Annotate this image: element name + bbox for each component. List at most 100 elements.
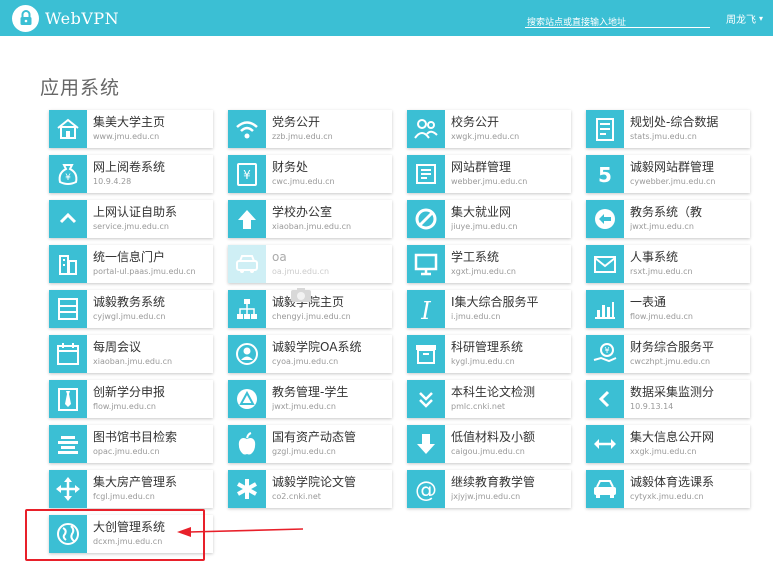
app-card[interactable]: I I集大综合服务平 i.jmu.edu.cn xyxy=(407,290,571,328)
arrow-left-circle-icon xyxy=(586,200,624,238)
chevron-up-icon xyxy=(49,200,87,238)
app-card[interactable]: 每周会议 xiaoban.jmu.edu.cn xyxy=(49,335,213,373)
app-name: 学工系统 xyxy=(451,250,500,264)
app-card[interactable]: ¥ 网上阅卷系统 10.9.4.28 xyxy=(49,155,213,193)
app-url: jxjyjw.jmu.edu.cn xyxy=(451,492,521,501)
app-url: kygl.jmu.edu.cn xyxy=(451,357,515,366)
svg-text:¥: ¥ xyxy=(243,168,251,182)
app-name: 集大就业网 xyxy=(451,205,512,219)
chevron-left-icon xyxy=(586,380,624,418)
app-url: caigou.jmu.edu.cn xyxy=(451,447,525,456)
app-url: jwxt.jmu.edu.cn xyxy=(630,222,694,231)
app-card[interactable]: 诚毅学院OA系统 cyoa.jmu.edu.cn xyxy=(228,335,392,373)
bar-chart-icon xyxy=(586,290,624,328)
app-card[interactable]: @ 继续教育教学管 jxjyjw.jmu.edu.cn xyxy=(407,470,571,508)
app-url: webber.jmu.edu.cn xyxy=(451,177,528,186)
app-card[interactable]: ¥ 财务综合服务平 cwczhpt.jmu.edu.cn xyxy=(586,335,750,373)
app-card[interactable]: 低值材料及小额 caigou.jmu.edu.cn xyxy=(407,425,571,463)
app-card[interactable]: 图书馆书目检索 opac.jmu.edu.cn xyxy=(49,425,213,463)
app-card[interactable]: 本科生论文检测 pmlc.cnki.net xyxy=(407,380,571,418)
app-name: I集大综合服务平 xyxy=(451,295,539,309)
app-url: cyjwgl.jmu.edu.cn xyxy=(93,312,166,321)
app-url: 10.9.4.28 xyxy=(93,177,132,186)
user-menu[interactable]: 周龙飞 ▾ xyxy=(726,11,763,26)
app-name: 党务公开 xyxy=(272,115,321,129)
app-card[interactable]: 统一信息门户 portal-ul.paas.jmu.edu.cn xyxy=(49,245,213,283)
arrow-up-icon xyxy=(228,200,266,238)
watermark-icon xyxy=(291,288,311,302)
app-name: 数据采集监测分 xyxy=(630,385,715,399)
letter-i-icon: I xyxy=(407,290,445,328)
app-card[interactable]: 教务管理-学生 jwxt.jmu.edu.cn xyxy=(228,380,392,418)
app-url: jiuye.jmu.edu.cn xyxy=(451,222,518,231)
red-arrow-icon xyxy=(177,527,304,537)
triangle-circle-icon xyxy=(228,380,266,418)
app-name: 财务综合服务平 xyxy=(630,340,715,354)
align-center-icon xyxy=(49,425,87,463)
app-name: 诚毅学院OA系统 xyxy=(272,340,362,354)
app-card[interactable]: 学校办公室 xiaoban.jmu.edu.cn xyxy=(228,200,392,238)
app-card[interactable]: 诚毅体育选课系 cytyxk.jmu.edu.cn xyxy=(586,470,750,508)
app-name: 规划处-综合数据 xyxy=(630,115,719,129)
app-card[interactable]: 集美大学主页 www.jmu.edu.cn xyxy=(49,110,213,148)
app-name: 学校办公室 xyxy=(272,205,333,219)
app-name: 继续教育教学管 xyxy=(451,475,536,489)
section-title: 应用系统 xyxy=(40,77,121,99)
app-name: 低值材料及小额 xyxy=(451,430,536,444)
at-sign-icon: @ xyxy=(407,470,445,508)
search-box[interactable] xyxy=(525,10,710,32)
archive-box-icon xyxy=(407,335,445,373)
app-url: cwc.jmu.edu.cn xyxy=(272,177,335,186)
app-card[interactable]: 教务系统（教 jwxt.jmu.edu.cn xyxy=(586,200,750,238)
svg-text:¥: ¥ xyxy=(604,346,609,355)
app-card[interactable]: 诚毅教务系统 cyjwgl.jmu.edu.cn xyxy=(49,290,213,328)
app-name: 集大房产管理系 xyxy=(93,475,178,489)
user-name: 周龙飞 xyxy=(726,15,756,26)
app-url: pmlc.cnki.net xyxy=(451,402,506,411)
app-url: gzgl.jmu.edu.cn xyxy=(272,447,336,456)
app-name: 上网认证自助系 xyxy=(93,205,178,219)
app-card[interactable]: 集大信息公开网 xxgk.jmu.edu.cn xyxy=(586,425,750,463)
org-chart-icon xyxy=(228,290,266,328)
money-bag-icon: ¥ xyxy=(49,155,87,193)
drawers-icon xyxy=(49,290,87,328)
asterisk-icon xyxy=(228,470,266,508)
app-card[interactable]: 网站群管理 webber.jmu.edu.cn xyxy=(407,155,571,193)
app-url: oa.jmu.edu.cn xyxy=(272,267,330,276)
app-url: rsxt.jmu.edu.cn xyxy=(630,267,693,276)
app-card[interactable]: 一表通 flow.jmu.edu.cn xyxy=(586,290,750,328)
app-card[interactable]: 创新学分申报 flow.jmu.edu.cn xyxy=(49,380,213,418)
app-name: 校务公开 xyxy=(451,115,500,129)
app-card[interactable]: 集大就业网 jiuye.jmu.edu.cn xyxy=(407,200,571,238)
app-card[interactable]: 上网认证自助系 service.jmu.edu.cn xyxy=(49,200,213,238)
app-url: flow.jmu.edu.cn xyxy=(630,312,693,321)
app-card[interactable]: 规划处-综合数据 stats.jmu.edu.cn xyxy=(586,110,750,148)
app-card[interactable]: 数据采集监测分 10.9.13.14 xyxy=(586,380,750,418)
app-card[interactable]: 5 诚毅网站群管理 cywebber.jmu.edu.cn xyxy=(586,155,750,193)
top-bar: WebVPN 周龙飞 ▾ xyxy=(0,0,773,36)
wifi-icon xyxy=(228,110,266,148)
app-url: cywebber.jmu.edu.cn xyxy=(630,177,716,186)
app-card[interactable]: 学工系统 xgxt.jmu.edu.cn xyxy=(407,245,571,283)
svg-text:@: @ xyxy=(415,478,437,503)
app-card[interactable]: 党务公开 zzb.jmu.edu.cn xyxy=(228,110,392,148)
yen-document-icon: ¥ xyxy=(228,155,266,193)
app-name: 教务管理-学生 xyxy=(272,385,349,399)
buildings-icon xyxy=(49,245,87,283)
app-url: cytyxk.jmu.edu.cn xyxy=(630,492,704,501)
app-card[interactable]: oa oa.jmu.edu.cn xyxy=(228,245,392,283)
search-input[interactable] xyxy=(525,14,710,32)
app-card[interactable]: 国有资产动态管 gzgl.jmu.edu.cn xyxy=(228,425,392,463)
webvpn-logo[interactable]: WebVPN xyxy=(12,4,119,32)
app-name: 一表通 xyxy=(630,295,667,309)
move-arrows-icon xyxy=(49,470,87,508)
app-card[interactable]: 科研管理系统 kygl.jmu.edu.cn xyxy=(407,335,571,373)
app-card[interactable]: ¥ 财务处 cwc.jmu.edu.cn xyxy=(228,155,392,193)
app-card[interactable]: 人事系统 rsxt.jmu.edu.cn xyxy=(586,245,750,283)
app-card[interactable]: 诚毅学院论文管 co2.cnki.net xyxy=(228,470,392,508)
ban-icon xyxy=(407,200,445,238)
lock-icon xyxy=(12,4,39,32)
app-name: oa xyxy=(272,250,287,264)
app-card[interactable]: 集大房产管理系 fcgl.jmu.edu.cn xyxy=(49,470,213,508)
app-card[interactable]: 校务公开 xwgk.jmu.edu.cn xyxy=(407,110,571,148)
